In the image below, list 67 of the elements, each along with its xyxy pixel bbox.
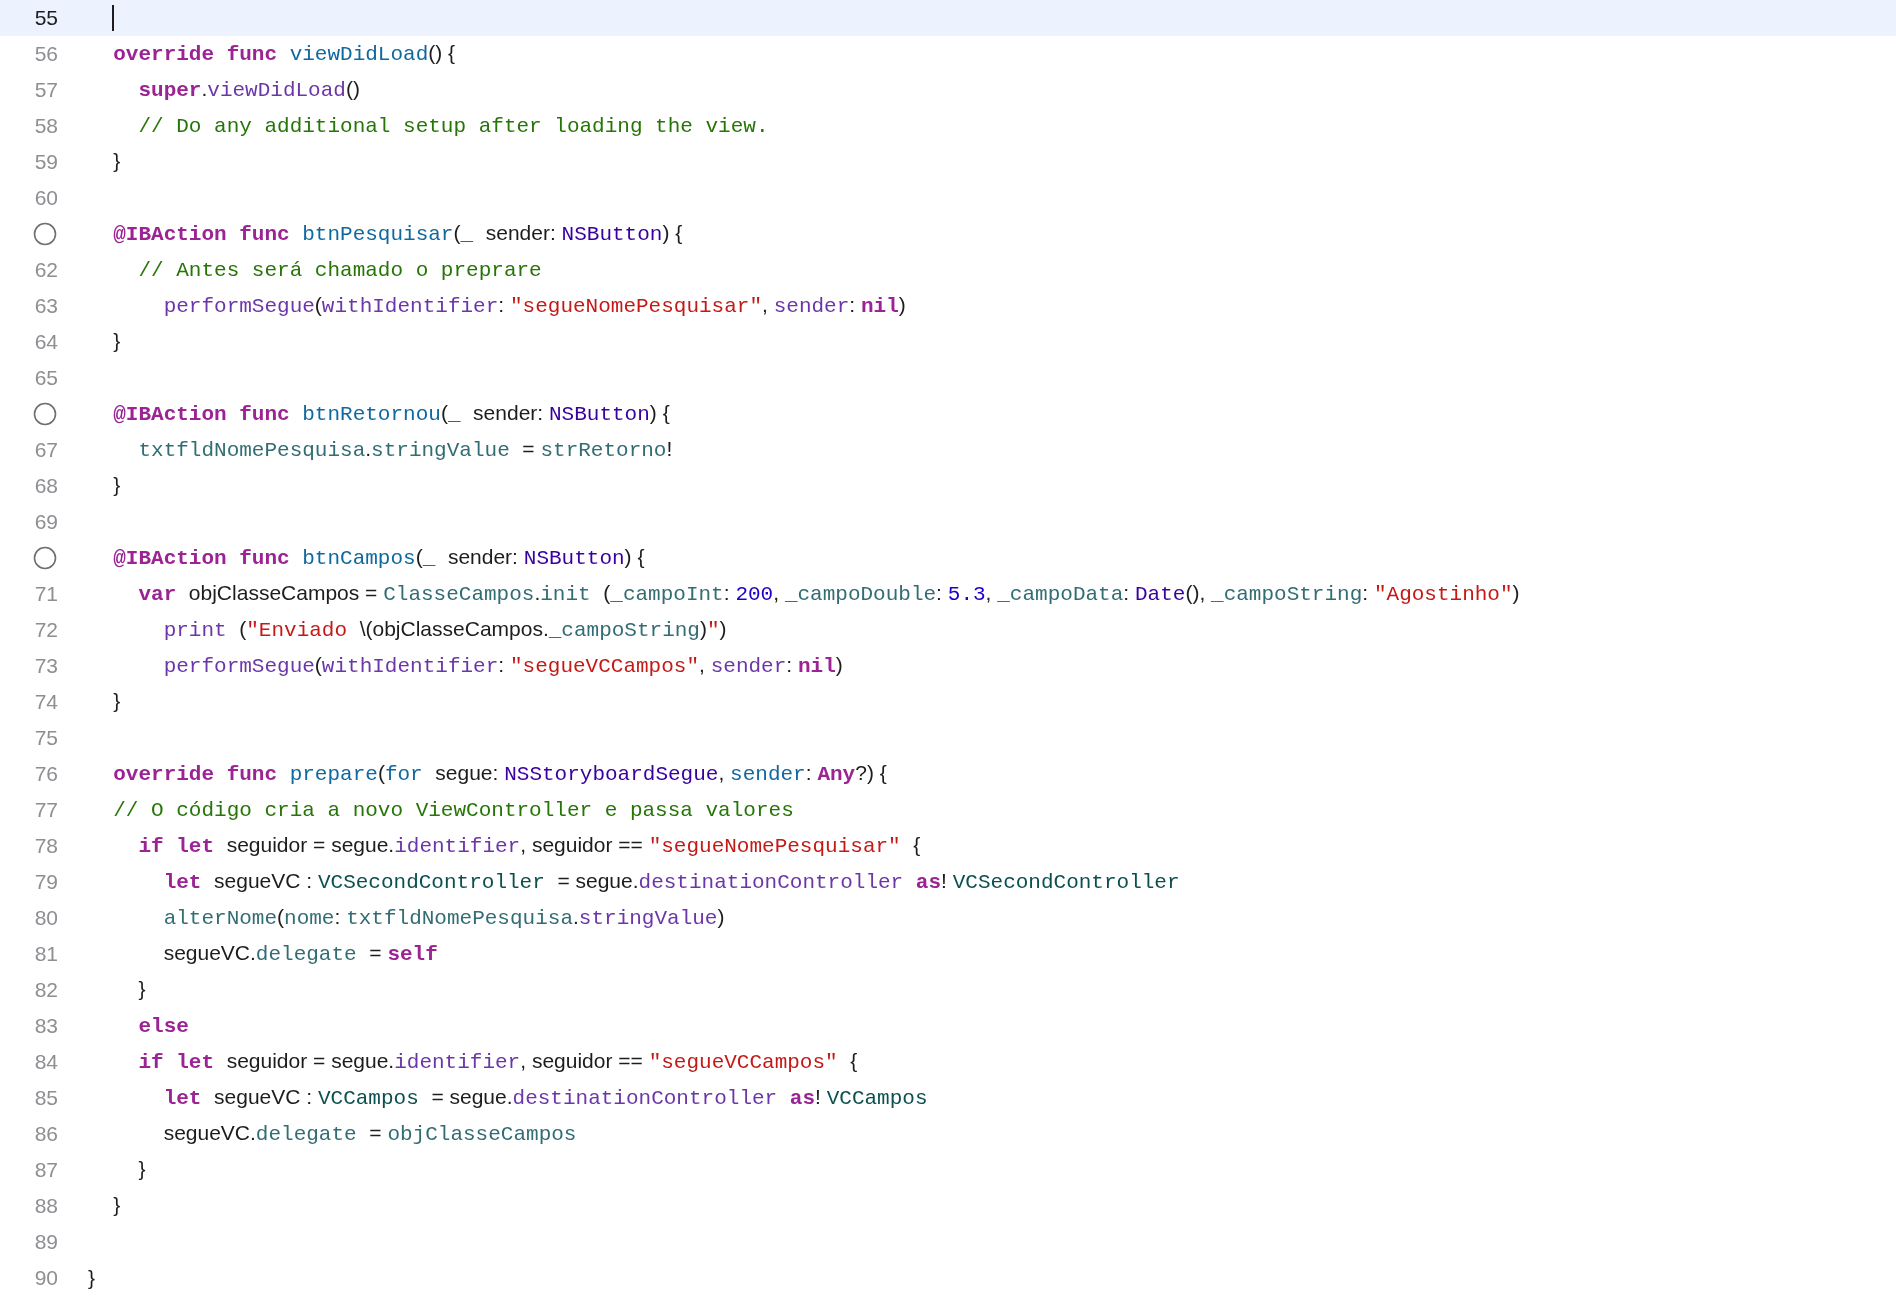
line-number: 58: [34, 113, 58, 140]
code-line: }: [112, 472, 121, 499]
line-number: 83: [34, 1013, 58, 1040]
code-line: override func prepare(for segue: NSStoryboardSegue, sender: Any?) {: [112, 760, 887, 789]
code-line: if let seguidor = segue.identifier, seguidor == "segueNomePesquisar" {: [137, 832, 921, 861]
line-number: 78: [34, 833, 58, 860]
code-line: }: [137, 1156, 146, 1183]
line-number: 73: [34, 653, 58, 680]
line-number: 59: [34, 149, 58, 176]
line-number: 57: [34, 77, 58, 104]
line-number: 67: [34, 437, 58, 464]
line-number: 79: [34, 869, 58, 896]
line-number: 88: [34, 1193, 58, 1220]
line-number: 84: [34, 1049, 58, 1076]
circle-icon[interactable]: [33, 402, 57, 426]
line-number: 65: [34, 365, 58, 392]
code-line: super.viewDidLoad(): [137, 76, 360, 105]
code-line: @IBAction func btnCampos(_ sender: NSButton) {: [112, 544, 645, 573]
code-line: @IBAction func btnRetornou(_ sender: NSButton) {: [112, 400, 670, 429]
line-number: 60: [34, 185, 58, 212]
line-number: 90: [34, 1265, 58, 1292]
code-line: override func viewDidLoad() {: [112, 40, 456, 69]
code-line: segueVC.delegate = objClasseCampos: [162, 1120, 577, 1149]
line-number: 81: [34, 941, 58, 968]
code-line: alterNome(nome: txtfldNomePesquisa.stringValue): [162, 904, 725, 933]
text-cursor: [112, 5, 114, 31]
line-number: 75: [34, 725, 58, 752]
code-line: // Antes será chamado o preprare: [137, 258, 542, 285]
code-line: }: [88, 1265, 95, 1292]
code-line: }: [112, 328, 121, 355]
line-number: 87: [34, 1157, 58, 1184]
code-line: let segueVC : VCSecondController = segue.destinationController as! VCSecondController: [162, 868, 1180, 897]
code-line: // O código cria a novo ViewController e passa valores: [112, 798, 794, 825]
line-number: 56: [34, 41, 58, 68]
code-line: segueVC.delegate = self: [162, 940, 438, 969]
code-line: @IBAction func btnPesquisar(_ sender: NSButton) {: [112, 220, 683, 249]
line-number: 74: [34, 689, 58, 716]
line-number: 82: [34, 977, 58, 1004]
code-line: performSegue(withIdentifier: "segueNomePesquisar", sender: nil): [162, 292, 906, 321]
code-line: var objClasseCampos = ClasseCampos.init (_campoInt: 200, _campoDouble: 5.3, _campoData: Date(), _campoString: "Agostinho"): [137, 580, 1520, 609]
line-number: 76: [34, 761, 58, 788]
line-number: 69: [34, 509, 58, 536]
circle-icon[interactable]: [33, 222, 57, 246]
line-number: 55: [34, 5, 58, 32]
code-line: else: [137, 1014, 189, 1041]
line-number: 77: [34, 797, 58, 824]
code-line: // Do any additional setup after loading the view.: [137, 114, 769, 141]
line-number: 85: [34, 1085, 58, 1112]
line-number: 63: [34, 293, 58, 320]
line-number: 68: [34, 473, 58, 500]
line-number: 62: [34, 257, 58, 284]
code-line: txtfldNomePesquisa.stringValue = strRetorno!: [137, 436, 673, 465]
code-line: print ("Enviado \(objClasseCampos._campoString)"): [162, 616, 727, 645]
line-number: 80: [34, 905, 58, 932]
line-number: 72: [34, 617, 58, 644]
line-number: 86: [34, 1121, 58, 1148]
code-line: if let seguidor = segue.identifier, seguidor == "segueVCCampos" {: [137, 1048, 858, 1077]
code-line: }: [112, 688, 121, 715]
code-line: let segueVC : VCCampos = segue.destinationController as! VCCampos: [162, 1084, 928, 1113]
code-line: }: [137, 976, 146, 1003]
line-number: 89: [34, 1229, 58, 1256]
code-line: }: [112, 1192, 121, 1219]
line-number: 71: [34, 581, 58, 608]
code-line: performSegue(withIdentifier: "segueVCCampos", sender: nil): [162, 652, 843, 681]
circle-icon[interactable]: [33, 546, 57, 570]
line-number: 64: [34, 329, 58, 356]
code-line: }: [112, 148, 121, 175]
